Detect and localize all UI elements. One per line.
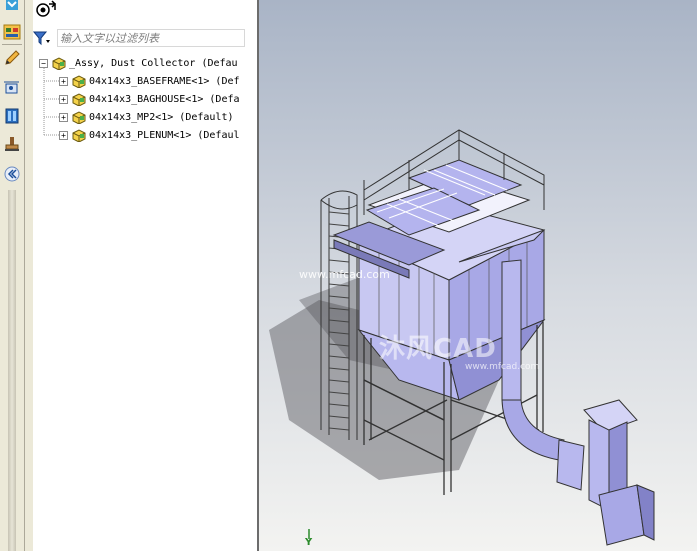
property-manager-icon[interactable] (2, 22, 22, 42)
collapse-chevron-icon[interactable] (2, 164, 22, 184)
feature-tree-panel: 输入文字以过滤列表 − _Assy, Dust Collector (Defau… (25, 0, 258, 551)
filter-input[interactable]: 输入文字以过滤列表 (57, 29, 245, 47)
dimxpert-icon[interactable] (2, 78, 22, 98)
tree-item-label: 04x14x3_BAGHOUSE<1> (Defa (89, 93, 240, 105)
command-toolbar (0, 0, 25, 551)
sketch-pencil-icon[interactable] (2, 48, 22, 68)
tree-item[interactable]: + 04x14x3_BASEFRAME<1> (Def (59, 73, 258, 89)
watermark-brand: 沐风CAD (379, 334, 497, 364)
watermark-url: www.mfcad.com (299, 268, 390, 281)
display-manager-icon[interactable] (2, 106, 22, 126)
watermark-subtitle: www.mfcad.com (465, 362, 540, 372)
tree-connectors (43, 68, 59, 136)
tree-item[interactable]: + 04x14x3_PLENUM<1> (Defaul (59, 127, 258, 143)
tree-item-label: 04x14x3_MP2<1> (Default) (89, 111, 234, 123)
tree-item[interactable]: + 04x14x3_MP2<1> (Default) (59, 109, 258, 125)
tree-item-label: 04x14x3_PLENUM<1> (Defaul (89, 129, 240, 141)
tree-item-label: 04x14x3_BASEFRAME<1> (Def (89, 75, 240, 87)
cam-stamp-icon[interactable] (2, 134, 22, 154)
toolbar-scrollbar[interactable] (8, 190, 16, 551)
tree-item[interactable]: + 04x14x3_BAGHOUSE<1> (Defa (59, 91, 258, 107)
toolbar-divider (2, 44, 22, 45)
feature-manager-icon[interactable] (2, 0, 22, 14)
graphics-viewport[interactable]: www.mfcad.com 沐风CAD www.mfcad.com Y (259, 0, 697, 551)
tree-root-label: _Assy, Dust Collector (Defau (69, 57, 238, 69)
y-axis-label: Y (305, 537, 313, 548)
